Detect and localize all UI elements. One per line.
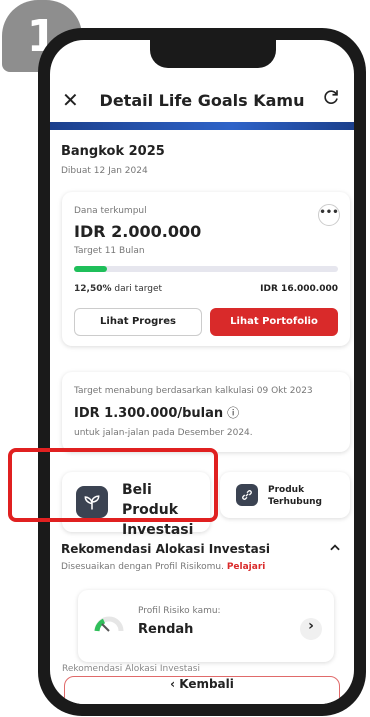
info-icon[interactable]: ⓘ (227, 406, 239, 420)
learn-link[interactable]: Pelajari (227, 562, 266, 572)
target-period: Target 11 Bulan (74, 246, 145, 256)
linked-products-button[interactable]: Produk Terhubung (220, 472, 350, 518)
saving-amount: IDR 1.300.000/bulan (74, 406, 224, 421)
view-portfolio-button[interactable]: Lihat Portofolio (210, 308, 338, 336)
back-button[interactable]: ‹ Kembali (64, 676, 340, 704)
saving-amount-row: IDR 1.300.000/bulan ⓘ (74, 404, 239, 421)
risk-profile-label: Profil Risiko kamu: (138, 606, 221, 616)
chevron-right-icon[interactable]: › (300, 618, 322, 640)
fund-card: Dana terkumpul ••• IDR 2.000.000 Target … (62, 192, 350, 346)
highlight-box (8, 448, 218, 522)
risk-profile-value: Rendah (138, 622, 194, 637)
recommendation-subtitle: Disesuaikan dengan Profil Risikomu. Pela… (61, 562, 265, 572)
link-icon (236, 484, 258, 506)
header: ✕ Detail Life Goals Kamu (50, 76, 354, 124)
more-options-icon[interactable]: ••• (318, 204, 340, 226)
risk-profile-card[interactable]: Profil Risiko kamu: Rendah › (78, 590, 334, 662)
recommendation-title: Rekomendasi Alokasi Investasi (61, 542, 270, 556)
phone-notch (150, 40, 276, 68)
goal-name: Bangkok 2025 (61, 144, 165, 159)
fund-amount: IDR 2.000.000 (74, 222, 202, 241)
saving-purpose: untuk jalan-jalan pada Desember 2024. (74, 428, 253, 438)
back-label: Kembali (179, 677, 234, 691)
allocation-peek-text: Rekomendasi Alokasi Investasi (62, 664, 200, 674)
recommendation-subtitle-text: Disesuaikan dengan Profil Risikomu. (61, 562, 224, 572)
header-banner (50, 122, 354, 130)
page-title: Detail Life Goals Kamu (99, 90, 305, 110)
risk-gauge-icon (94, 614, 124, 638)
progress-percent: 12,50% (74, 284, 112, 294)
chevron-up-icon[interactable] (328, 540, 342, 559)
linked-products-label: Produk Terhubung (268, 485, 322, 507)
goal-created-date: Dibuat 12 Jan 2024 (61, 166, 148, 176)
app-screen: ✕ Detail Life Goals Kamu Bangkok 2025 Di… (50, 40, 354, 704)
progress-text: 12,50% dari target (74, 284, 162, 294)
fund-label: Dana terkumpul (74, 206, 147, 216)
progress-bar-fill (74, 266, 107, 272)
target-value: IDR 16.000.000 (260, 284, 338, 294)
saving-target-card: Target menabung berdasarkan kalkulasi 09… (62, 372, 350, 452)
phone-frame: ✕ Detail Life Goals Kamu Bangkok 2025 Di… (38, 28, 366, 716)
view-progress-button[interactable]: Lihat Progres (74, 308, 202, 336)
progress-suffix: dari target (114, 284, 163, 294)
saving-target-label: Target menabung berdasarkan kalkulasi 09… (74, 386, 313, 396)
progress-bar (74, 266, 338, 272)
refresh-icon[interactable] (322, 88, 340, 110)
